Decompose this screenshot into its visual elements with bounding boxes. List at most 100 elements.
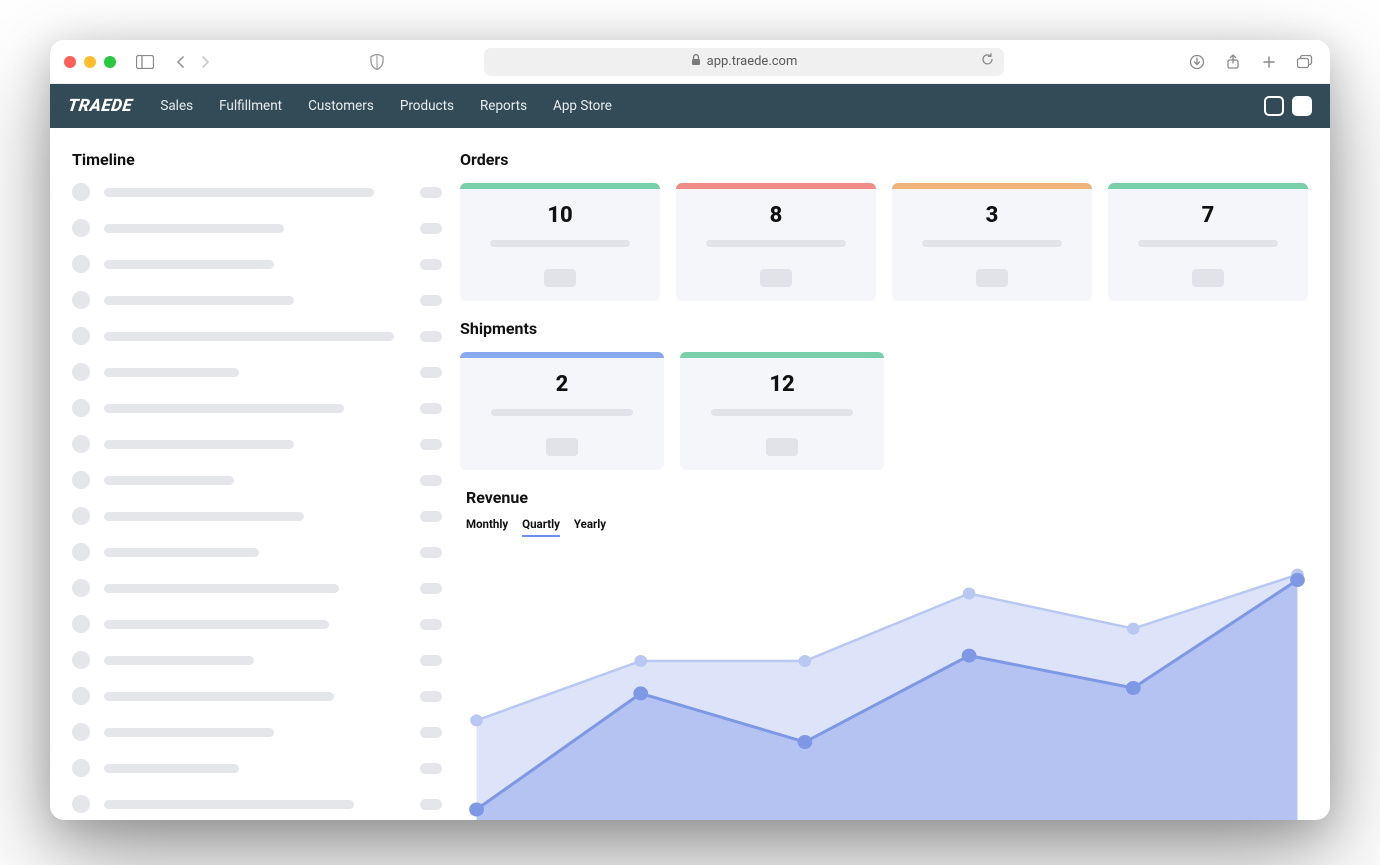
- nav-link-products[interactable]: Products: [400, 98, 454, 114]
- maximize-window-icon[interactable]: [104, 56, 116, 68]
- timeline-item[interactable]: [72, 759, 442, 777]
- revenue-tab-quartly[interactable]: Quartly: [522, 517, 560, 537]
- timeline-item[interactable]: [72, 327, 442, 345]
- timeline-badge-placeholder: [420, 403, 442, 414]
- brand-logo[interactable]: TRAEDE: [67, 96, 134, 116]
- chart-point[interactable]: [469, 803, 484, 817]
- timeline-badge-placeholder: [420, 439, 442, 450]
- avatar-placeholder: [72, 543, 90, 561]
- timeline-item[interactable]: [72, 363, 442, 381]
- card-value: 7: [1202, 203, 1215, 228]
- avatar-placeholder: [72, 507, 90, 525]
- downloads-icon[interactable]: [1186, 51, 1208, 73]
- timeline-item[interactable]: [72, 291, 442, 309]
- card-accent: [892, 183, 1092, 189]
- timeline-badge-placeholder: [420, 727, 442, 738]
- chart-point[interactable]: [798, 735, 813, 749]
- timeline-text-placeholder: [104, 512, 304, 521]
- card-button-placeholder[interactable]: [760, 269, 792, 287]
- avatar-placeholder: [72, 363, 90, 381]
- chart-point[interactable]: [1127, 623, 1140, 635]
- timeline-badge-placeholder: [420, 295, 442, 306]
- url-bar[interactable]: app.traede.com: [484, 48, 1004, 76]
- chart-point[interactable]: [963, 588, 976, 600]
- timeline-item[interactable]: [72, 507, 442, 525]
- card-button-placeholder[interactable]: [1192, 269, 1224, 287]
- timeline-item[interactable]: [72, 795, 442, 813]
- timeline-item[interactable]: [72, 687, 442, 705]
- orders-card[interactable]: 10: [460, 183, 660, 301]
- avatar-placeholder: [72, 759, 90, 777]
- timeline-badge-placeholder: [420, 331, 442, 342]
- timeline-item[interactable]: [72, 471, 442, 489]
- card-button-placeholder[interactable]: [544, 269, 576, 287]
- card-value: 10: [547, 203, 572, 228]
- timeline-text-placeholder: [104, 332, 394, 341]
- avatar-placeholder: [72, 399, 90, 417]
- timeline-item[interactable]: [72, 255, 442, 273]
- orders-card[interactable]: 7: [1108, 183, 1308, 301]
- card-label-placeholder: [922, 240, 1062, 247]
- timeline-item[interactable]: [72, 219, 442, 237]
- reload-icon[interactable]: [981, 53, 994, 70]
- navbar-action-fill[interactable]: [1292, 96, 1312, 116]
- chart-point[interactable]: [634, 655, 647, 667]
- timeline-item[interactable]: [72, 579, 442, 597]
- chart-point[interactable]: [633, 686, 648, 700]
- timeline-badge-placeholder: [420, 547, 442, 558]
- revenue-tab-yearly[interactable]: Yearly: [574, 517, 606, 537]
- forward-icon[interactable]: [194, 51, 216, 73]
- nav-link-reports[interactable]: Reports: [480, 98, 527, 114]
- timeline-item[interactable]: [72, 399, 442, 417]
- chart-point[interactable]: [962, 649, 977, 663]
- timeline-item[interactable]: [72, 723, 442, 741]
- close-window-icon[interactable]: [64, 56, 76, 68]
- shipments-card[interactable]: 2: [460, 352, 664, 470]
- chart-point[interactable]: [1126, 681, 1141, 695]
- timeline-item[interactable]: [72, 183, 442, 201]
- orders-card[interactable]: 8: [676, 183, 876, 301]
- card-accent: [680, 352, 884, 358]
- chart-point[interactable]: [470, 714, 483, 726]
- nav-link-sales[interactable]: Sales: [160, 98, 193, 114]
- timeline-badge-placeholder: [420, 511, 442, 522]
- navbar-action-outline[interactable]: [1264, 96, 1284, 116]
- timeline-text-placeholder: [104, 728, 274, 737]
- timeline-badge-placeholder: [420, 583, 442, 594]
- nav-link-customers[interactable]: Customers: [308, 98, 374, 114]
- card-button-placeholder[interactable]: [766, 438, 798, 456]
- timeline-item[interactable]: [72, 543, 442, 561]
- shield-icon[interactable]: [366, 51, 388, 73]
- timeline-text-placeholder: [104, 548, 259, 557]
- shipments-card[interactable]: 12: [680, 352, 884, 470]
- revenue-tab-monthly[interactable]: Monthly: [466, 517, 508, 537]
- timeline-text-placeholder: [104, 692, 334, 701]
- nav-link-app-store[interactable]: App Store: [553, 98, 612, 114]
- chart-point[interactable]: [1290, 573, 1305, 587]
- nav-link-fulfillment[interactable]: Fulfillment: [219, 98, 282, 114]
- tabs-icon[interactable]: [1294, 51, 1316, 73]
- back-icon[interactable]: [170, 51, 192, 73]
- content-area: Timeline: [50, 128, 1330, 820]
- card-accent: [460, 183, 660, 189]
- timeline-item[interactable]: [72, 651, 442, 669]
- timeline-text-placeholder: [104, 368, 239, 377]
- revenue-chart: [466, 543, 1308, 820]
- minimize-window-icon[interactable]: [84, 56, 96, 68]
- card-button-placeholder[interactable]: [976, 269, 1008, 287]
- new-tab-icon[interactable]: [1258, 51, 1280, 73]
- timeline-text-placeholder: [104, 476, 234, 485]
- card-value: 12: [769, 372, 794, 397]
- timeline-item[interactable]: [72, 435, 442, 453]
- chart-point[interactable]: [799, 655, 812, 667]
- avatar-placeholder: [72, 687, 90, 705]
- timeline-badge-placeholder: [420, 187, 442, 198]
- main-panel: Orders 10 8 3 7 Shipments 2 12: [460, 128, 1330, 820]
- card-button-placeholder[interactable]: [546, 438, 578, 456]
- timeline-item[interactable]: [72, 615, 442, 633]
- orders-card[interactable]: 3: [892, 183, 1092, 301]
- timeline-badge-placeholder: [420, 655, 442, 666]
- sidebar-toggle-icon[interactable]: [134, 51, 156, 73]
- timeline-badge-placeholder: [420, 367, 442, 378]
- share-icon[interactable]: [1222, 51, 1244, 73]
